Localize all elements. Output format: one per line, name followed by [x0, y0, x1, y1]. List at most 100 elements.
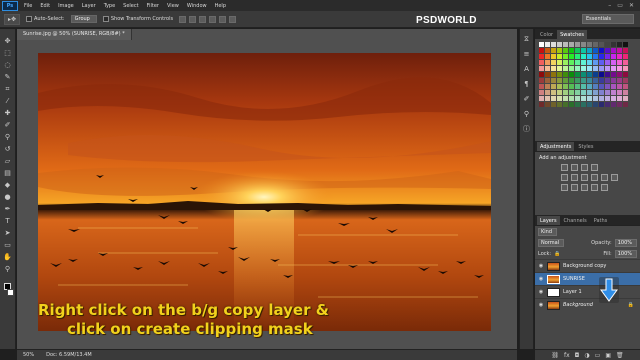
swatch-chip[interactable]	[545, 54, 550, 59]
visibility-eye-icon[interactable]: ◉	[538, 263, 544, 269]
layer-row-layer-1[interactable]: ◉ Layer 1	[535, 285, 640, 298]
align-middle-icon[interactable]	[189, 15, 197, 23]
swatch-chip[interactable]	[611, 72, 616, 77]
swatch-chip[interactable]	[551, 78, 556, 83]
lock-icon[interactable]: 🔒	[554, 251, 560, 257]
swatch-chip[interactable]	[611, 54, 616, 59]
history-panel-icon[interactable]: ⧖	[522, 35, 531, 44]
swatch-chip[interactable]	[551, 48, 556, 53]
swatch-chip[interactable]	[539, 54, 544, 59]
swatch-chip[interactable]	[563, 66, 568, 71]
swatch-chip[interactable]	[539, 48, 544, 53]
layer-row-background-copy[interactable]: ◉ Background copy	[535, 259, 640, 272]
swatch-chip[interactable]	[557, 66, 562, 71]
swatch-chip[interactable]	[617, 54, 622, 59]
image-canvas[interactable]	[38, 53, 491, 331]
zoom-level[interactable]: 50%	[23, 352, 34, 358]
swatch-chip[interactable]	[539, 90, 544, 95]
path-select-tool-icon[interactable]: ➤	[3, 229, 12, 238]
swatch-chip[interactable]	[539, 72, 544, 77]
swatch-chip[interactable]	[557, 54, 562, 59]
swatch-chip[interactable]	[569, 48, 574, 53]
align-center-icon[interactable]	[219, 15, 227, 23]
healing-tool-icon[interactable]: ✚	[3, 109, 12, 118]
swatch-chip[interactable]	[605, 48, 610, 53]
menu-select[interactable]: Select	[119, 3, 142, 9]
swatch-chip[interactable]	[575, 102, 580, 107]
hue-saturation-icon[interactable]	[571, 174, 578, 181]
brush-tool-icon[interactable]: ✐	[3, 121, 12, 130]
layer-row-background[interactable]: ◉ Background 🔒	[535, 298, 640, 311]
swatch-chip[interactable]	[593, 54, 598, 59]
swatch-chip[interactable]	[557, 72, 562, 77]
menu-help[interactable]: Help	[211, 3, 230, 9]
tab-layers[interactable]: Layers	[537, 216, 560, 225]
blur-tool-icon[interactable]: ◆	[3, 181, 12, 190]
quick-select-tool-icon[interactable]: ✎	[3, 73, 12, 82]
swatch-chip[interactable]	[599, 60, 604, 65]
swatch-chip[interactable]	[551, 90, 556, 95]
swatch-chip[interactable]	[581, 90, 586, 95]
crop-tool-icon[interactable]: ⌗	[3, 85, 12, 94]
swatch-chip[interactable]	[539, 102, 544, 107]
swatch-chip[interactable]	[563, 84, 568, 89]
swatch-chip[interactable]	[551, 72, 556, 77]
swatch-chip[interactable]	[539, 66, 544, 71]
swatch-chip[interactable]	[581, 84, 586, 89]
swatch-chip[interactable]	[623, 78, 628, 83]
hand-tool-icon[interactable]: ✋	[3, 253, 12, 262]
swatch-chip[interactable]	[581, 72, 586, 77]
swatch-chip[interactable]	[587, 66, 592, 71]
swatch-chip[interactable]	[605, 60, 610, 65]
swatch-chip[interactable]	[581, 42, 586, 47]
shape-tool-icon[interactable]: ▭	[3, 241, 12, 250]
swatch-chip[interactable]	[623, 66, 628, 71]
swatch-chip[interactable]	[587, 84, 592, 89]
swatch-chip[interactable]	[581, 60, 586, 65]
swatch-chip[interactable]	[605, 102, 610, 107]
visibility-eye-icon[interactable]: ◉	[538, 289, 544, 295]
auto-select-option[interactable]: Auto-Select:	[26, 16, 65, 22]
swatch-chip[interactable]	[611, 84, 616, 89]
delete-layer-icon[interactable]: 🗑	[616, 352, 624, 359]
swatch-chip[interactable]	[593, 72, 598, 77]
swatch-chip[interactable]	[593, 78, 598, 83]
gradient-tool-icon[interactable]: ▤	[3, 169, 12, 178]
swatch-chip[interactable]	[617, 102, 622, 107]
swatch-chip[interactable]	[581, 54, 586, 59]
swatch-chip[interactable]	[605, 90, 610, 95]
align-top-icon[interactable]	[179, 15, 187, 23]
layer-style-icon[interactable]: fx	[564, 352, 570, 359]
swatch-chip[interactable]	[599, 54, 604, 59]
swatch-chip[interactable]	[623, 96, 628, 101]
align-right-icon[interactable]	[229, 15, 237, 23]
swatch-chip[interactable]	[587, 78, 592, 83]
swatch-chip[interactable]	[563, 102, 568, 107]
auto-select-dropdown[interactable]: Group	[70, 15, 97, 23]
swatch-chip[interactable]	[599, 90, 604, 95]
background-color-swatch[interactable]	[7, 289, 14, 296]
visibility-eye-icon[interactable]: ◉	[538, 302, 544, 308]
clone-stamp-tool-icon[interactable]: ⚲	[3, 133, 12, 142]
swatch-chip[interactable]	[575, 96, 580, 101]
swatch-chip[interactable]	[593, 102, 598, 107]
swatch-chip[interactable]	[599, 96, 604, 101]
swatch-chip[interactable]	[611, 102, 616, 107]
swatch-chip[interactable]	[581, 48, 586, 53]
close-button[interactable]: ✕	[629, 2, 634, 9]
swatch-chip[interactable]	[581, 102, 586, 107]
swatch-chip[interactable]	[545, 84, 550, 89]
swatch-chip[interactable]	[617, 90, 622, 95]
clone-source-panel-icon[interactable]: ⚲	[522, 110, 531, 119]
swatch-chip[interactable]	[539, 78, 544, 83]
swatch-chip[interactable]	[581, 96, 586, 101]
tab-styles[interactable]: Styles	[575, 142, 596, 151]
swatch-chip[interactable]	[623, 84, 628, 89]
filter-kind-dropdown[interactable]: Kind	[538, 227, 558, 236]
swatch-chip[interactable]	[593, 84, 598, 89]
swatch-chip[interactable]	[557, 96, 562, 101]
swatch-chip[interactable]	[611, 78, 616, 83]
swatch-chip[interactable]	[617, 60, 622, 65]
swatch-chip[interactable]	[551, 60, 556, 65]
swatch-chip[interactable]	[611, 66, 616, 71]
